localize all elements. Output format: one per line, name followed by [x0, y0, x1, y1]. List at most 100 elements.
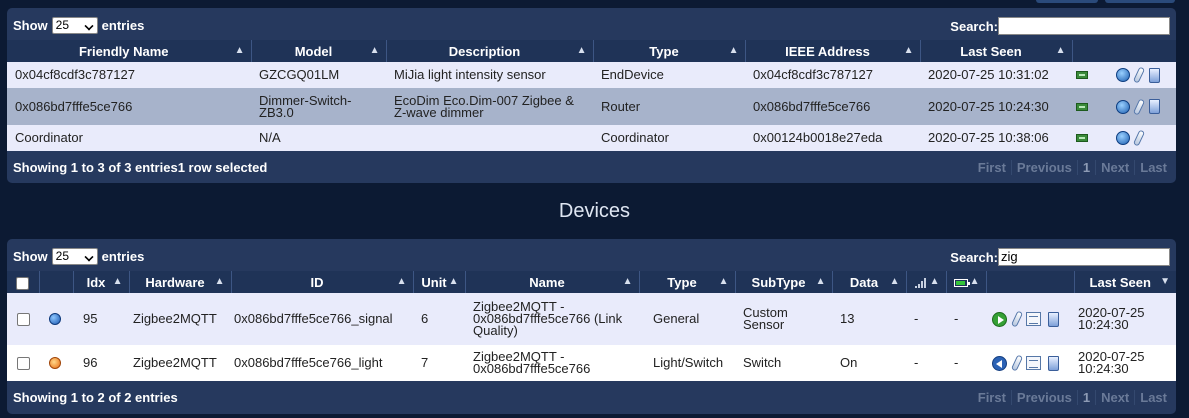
sort-icon: ▲ [234, 45, 245, 56]
col-battery[interactable]: ▲ [945, 271, 986, 293]
sort-icon: ▲ [969, 276, 980, 287]
edit-icon[interactable] [1010, 310, 1023, 328]
col-model[interactable]: Model ▲ [250, 40, 386, 62]
row-checkbox[interactable] [17, 356, 30, 370]
delete-icon[interactable] [1047, 355, 1059, 371]
log-icon[interactable] [1026, 356, 1042, 370]
devices-info: Showing 1 to 2 of 2 entries [13, 390, 178, 405]
deactivate-icon[interactable] [992, 355, 1007, 371]
sort-icon: ▲ [903, 45, 914, 56]
col-signal[interactable]: ▲ [905, 271, 946, 293]
pager-first[interactable]: First [973, 390, 1011, 405]
sort-icon: ▲ [815, 276, 826, 287]
cell-last-seen: 2020-07-25 10:38:06 [920, 125, 1072, 151]
sort-icon: ▲ [929, 276, 940, 287]
nodes-entries-select[interactable]: 25 [51, 17, 98, 34]
col-last-seen[interactable]: Last Seen ▼ [1073, 271, 1176, 293]
cell-idx: 96 [73, 345, 129, 381]
delete-icon[interactable] [1047, 311, 1059, 327]
network-icon[interactable] [1076, 71, 1088, 79]
col-unit[interactable]: Unit ▲ [412, 271, 465, 293]
sort-desc-icon: ▼ [1160, 276, 1170, 287]
rename-icon[interactable] [1115, 99, 1130, 114]
sort-icon: ▲ [622, 276, 633, 287]
pager-page[interactable]: 1 [1076, 160, 1095, 175]
entries-label: entries [101, 249, 145, 264]
nodes-search: Search: [950, 17, 1170, 35]
nodes-search-input[interactable] [998, 17, 1170, 35]
cell-type: Router [593, 88, 745, 125]
sort-icon: ▲ [369, 45, 380, 56]
cell-ieee: 0x04cf8cdf3c787127 [745, 62, 920, 88]
col-ieee-address[interactable]: IEEE Address ▲ [744, 40, 920, 62]
devices-entries-select[interactable]: 25 [51, 248, 98, 265]
show-label: Show [13, 249, 48, 264]
edit-icon[interactable] [1010, 354, 1023, 372]
col-description[interactable]: Description ▲ [385, 40, 593, 62]
rename-icon[interactable] [1115, 68, 1130, 82]
cell-actions [1072, 88, 1176, 125]
col-subtype[interactable]: SubType ▲ [734, 271, 832, 293]
devices-search-input[interactable]: zig [998, 248, 1170, 266]
delete-icon[interactable] [1148, 99, 1160, 114]
edit-icon[interactable] [1133, 97, 1146, 116]
col-type[interactable]: Type ▲ [638, 271, 735, 293]
cell-friendly-name: 0x04cf8cdf3c787127 [7, 62, 251, 88]
cell-icon [39, 293, 73, 345]
activate-icon[interactable] [992, 311, 1007, 327]
log-icon[interactable] [1026, 312, 1042, 326]
pager-page[interactable]: 1 [1076, 390, 1095, 405]
sort-icon: ▲ [889, 276, 900, 287]
delete-icon[interactable] [1148, 67, 1160, 83]
pager-previous[interactable]: Previous [1010, 390, 1077, 405]
col-name[interactable]: Name ▲ [464, 271, 639, 293]
cell-signal: - [906, 345, 946, 381]
table-row[interactable]: 0x086bd7fffe5ce766 Dimmer-Switch-ZB3.0 E… [7, 88, 1176, 125]
table-row[interactable]: 0x04cf8cdf3c787127 GZCGQ01LM MiJia light… [7, 62, 1176, 88]
col-friendly-name[interactable]: Friendly Name ▲ [7, 40, 251, 62]
cell-model: N/A [251, 125, 386, 151]
globe-icon[interactable] [49, 313, 61, 326]
cell-friendly-name: 0x086bd7fffe5ce766 [7, 88, 251, 125]
row-checkbox[interactable] [17, 312, 30, 326]
col-data[interactable]: Data ▲ [831, 271, 906, 293]
pager-next[interactable]: Next [1095, 160, 1134, 175]
nodes-controls: Show 25 entries Search: [7, 8, 1176, 40]
cell-type: General [639, 293, 735, 345]
top-button-1[interactable] [1036, 0, 1098, 3]
table-row[interactable]: 96 Zigbee2MQTT 0x086bd7fffe5ce766_light … [7, 345, 1176, 381]
col-select-all[interactable] [7, 271, 39, 293]
cell-hardware: Zigbee2MQTT [129, 293, 231, 345]
pager-first[interactable]: First [973, 160, 1011, 175]
col-id[interactable]: ID ▲ [230, 271, 413, 293]
top-button-2[interactable] [1105, 0, 1175, 3]
table-row[interactable]: Coordinator N/A Coordinator 0x00124b0018… [7, 125, 1176, 151]
pager-last[interactable]: Last [1134, 160, 1172, 175]
rename-icon[interactable] [1115, 131, 1130, 145]
cell-battery: - [946, 293, 986, 345]
devices-search: Search: zig [950, 248, 1170, 266]
col-actions [1071, 40, 1176, 62]
nodes-length-control: Show 25 entries [13, 17, 144, 34]
battery-icon [954, 279, 970, 288]
sort-icon: ▲ [576, 45, 587, 56]
col-type[interactable]: Type ▲ [592, 40, 745, 62]
bulb-icon[interactable] [49, 357, 61, 370]
select-all-checkbox[interactable] [16, 276, 30, 290]
devices-panel: Show 25 entries Search: zig Idx ▲ Hardwar… [7, 239, 1176, 414]
cell-idx: 95 [73, 293, 129, 345]
cell-unit: 6 [413, 293, 465, 345]
network-icon[interactable] [1076, 102, 1088, 111]
devices-footer: Showing 1 to 2 of 2 entries First Previo… [7, 381, 1176, 413]
table-row[interactable]: 95 Zigbee2MQTT 0x086bd7fffe5ce766_signal… [7, 293, 1176, 345]
col-idx[interactable]: Idx ▲ [72, 271, 129, 293]
pager-previous[interactable]: Previous [1010, 160, 1077, 175]
col-hardware[interactable]: Hardware ▲ [128, 271, 231, 293]
edit-icon[interactable] [1133, 129, 1146, 147]
edit-icon[interactable] [1133, 66, 1146, 84]
col-last-seen[interactable]: Last Seen ▲ [919, 40, 1072, 62]
pager-last[interactable]: Last [1134, 390, 1172, 405]
pager-next[interactable]: Next [1095, 390, 1134, 405]
network-icon[interactable] [1076, 134, 1088, 142]
cell-id: 0x086bd7fffe5ce766_light [231, 345, 413, 381]
